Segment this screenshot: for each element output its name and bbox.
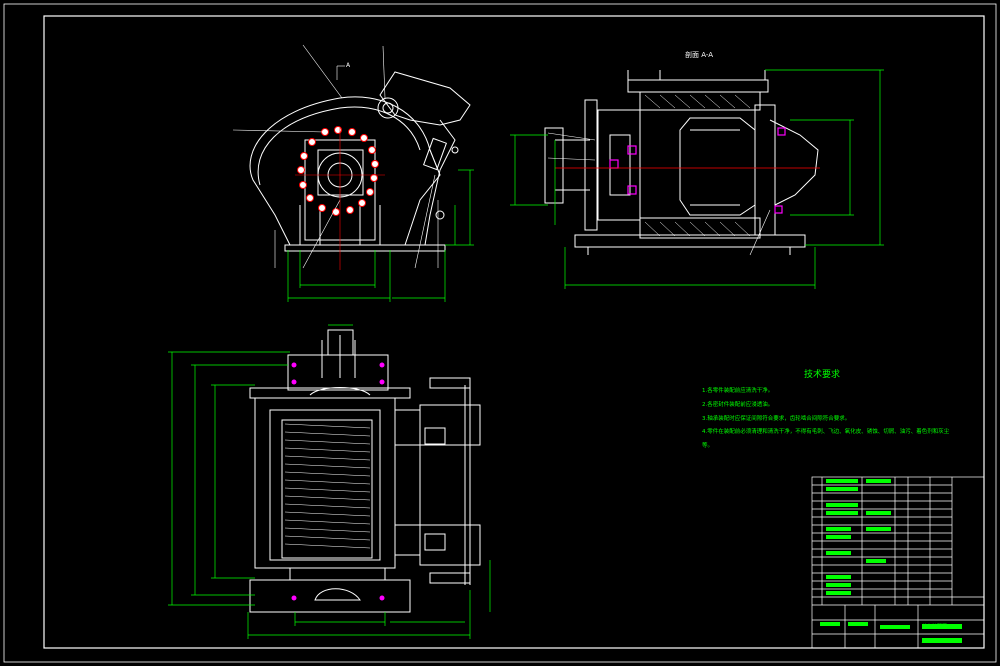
section-marker: A [346, 62, 351, 69]
tech-req-item-4: 4.零件在装配前必须清理和清洗干净，不得有毛刺、飞边、氧化皮、锈蚀、切屑、油污、… [702, 429, 950, 436]
tech-req-tail: 等。 [702, 443, 714, 450]
tech-req-list: 1.各零件装配前应清洗干净。 2.各密封件装配前应浸透油。 3.轴承装配时应保证… [702, 385, 974, 454]
tech-req-title: 技术要求 [804, 368, 840, 380]
title-block-code: JC-00 [921, 638, 935, 644]
tech-req-item-2: 2.各密封件装配前应浸透油。 [702, 401, 774, 408]
title-block-name: 绞车装配图 [922, 623, 947, 630]
text-layer: 剖面 A-A A 技术要求 绞车装配图 JC-00 [346, 50, 947, 644]
section-title: 剖面 A-A [685, 50, 713, 59]
tech-req-item-1: 1.各零件装配前应清洗干净。 [702, 388, 774, 394]
tech-req-item-3: 3.轴承装配时应保证间隙符合要求，齿轮啮合间隙符合要求。 [702, 415, 851, 422]
